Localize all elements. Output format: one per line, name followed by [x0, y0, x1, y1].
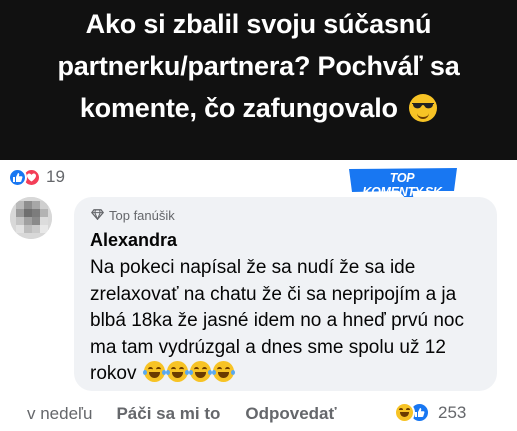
- banner-title: Ako si zbalil svoju súčasnú partnerku/pa…: [10, 3, 507, 129]
- like-button[interactable]: Páči sa mi to: [116, 404, 220, 424]
- comment-bubble: Top fanúšik Alexandra Na pokeci napísal …: [74, 197, 497, 391]
- banner-title-line-3: komente, čo zafungovalo: [79, 93, 398, 123]
- laughing-tears-emoji-icon: [189, 361, 212, 382]
- comment-reactions[interactable]: 253: [394, 402, 466, 423]
- comment-timestamp[interactable]: v nedeľu: [27, 404, 92, 424]
- like-icon: [8, 167, 27, 187]
- reply-button[interactable]: Odpovedať: [245, 404, 336, 424]
- comment-emojis: [143, 361, 235, 382]
- comment-actions: v nedeľu Páči sa mi to Odpovedať: [27, 404, 337, 424]
- laughing-tears-emoji-icon: [212, 361, 235, 382]
- banner-title-line-2: partnerku/partnera? Pochváľ sa: [57, 51, 460, 81]
- top-fan-badge: Top fanúšik: [90, 208, 175, 223]
- reaction-count: 19: [46, 167, 65, 186]
- haha-icon: [394, 402, 415, 423]
- title-banner: Ako si zbalil svoju súčasnú partnerku/pa…: [0, 0, 517, 160]
- avatar[interactable]: [10, 197, 52, 239]
- sunglasses-emoji-icon: [409, 94, 438, 122]
- comment-reaction-count: 253: [438, 402, 467, 422]
- diamond-icon: [90, 208, 105, 223]
- laughing-tears-emoji-icon: [166, 361, 189, 382]
- top-fan-label: Top fanúšik: [109, 208, 175, 223]
- comment-author[interactable]: Alexandra: [90, 230, 177, 251]
- banner-title-line-1: Ako si zbalil svoju súčasnú: [85, 9, 432, 39]
- badge-text: TOP KOMENTY.SK: [362, 171, 442, 199]
- post-reactions[interactable]: 19: [8, 166, 65, 188]
- laughing-tears-emoji-icon: [143, 361, 166, 382]
